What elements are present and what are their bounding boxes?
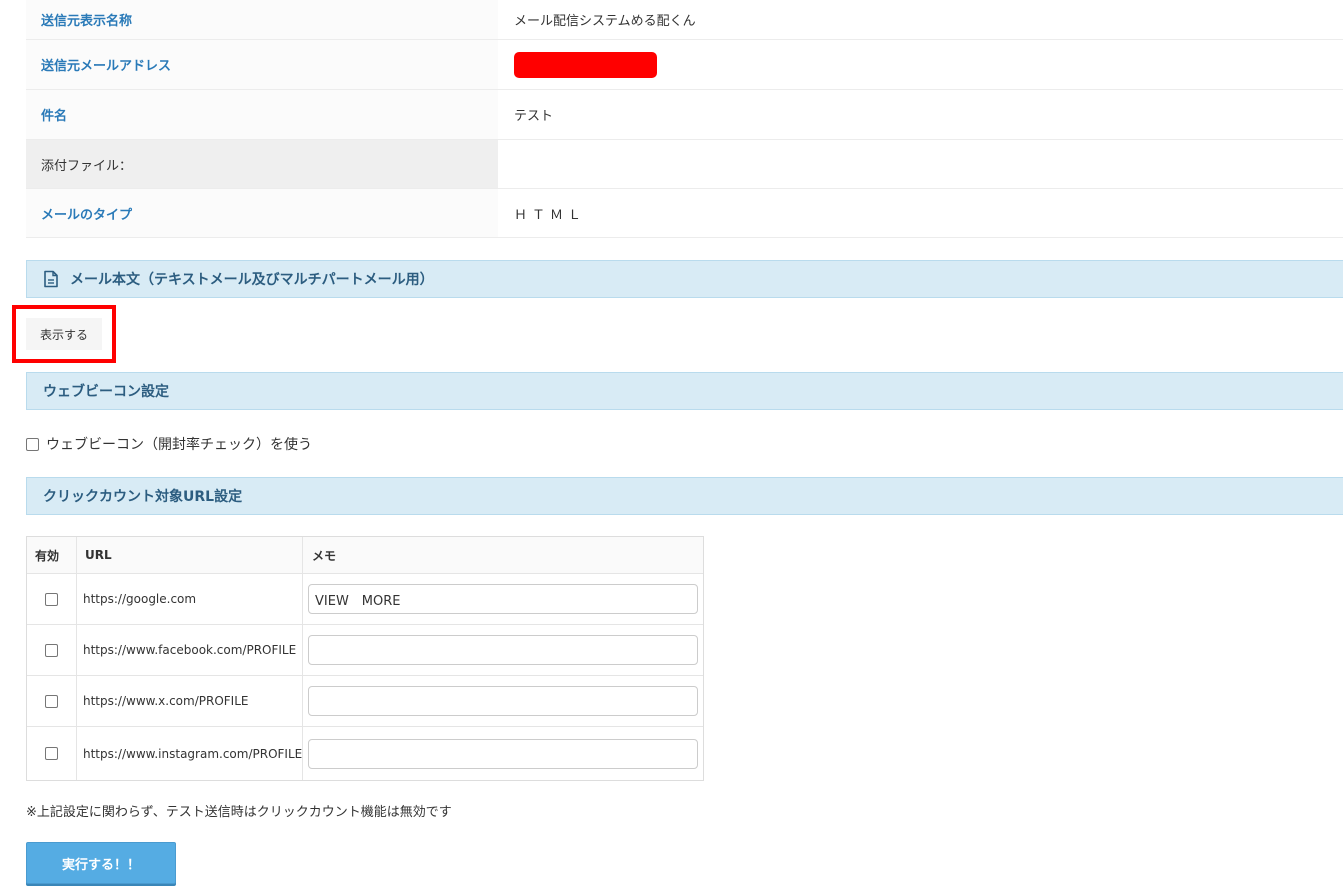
column-header-url: URL bbox=[77, 537, 303, 573]
sender-name-label: 送信元表示名称 bbox=[26, 0, 498, 39]
url-text: https://www.x.com/PROFILE bbox=[77, 676, 303, 726]
subject-label: 件名 bbox=[26, 90, 498, 139]
memo-input[interactable] bbox=[308, 635, 698, 665]
web-beacon-checkbox[interactable] bbox=[26, 437, 39, 451]
web-beacon-label: ウェブビーコン（開封率チェック）を使う bbox=[46, 437, 312, 453]
info-row-sender-name: 送信元表示名称 メール配信システムめる配くん bbox=[26, 0, 1343, 40]
click-url-table: 有効 URL メモ https://google.com https://www… bbox=[26, 536, 704, 781]
test-send-note: ※上記設定に関わらず、テスト送信時はクリックカウント機能は無効です bbox=[26, 805, 452, 820]
memo-input[interactable] bbox=[308, 686, 698, 716]
table-row: https://google.com bbox=[27, 574, 703, 625]
sender-name-value: メール配信システムめる配くん bbox=[514, 14, 696, 29]
mail-type-label: メールのタイプ bbox=[26, 189, 498, 237]
table-row: https://www.x.com/PROFILE bbox=[27, 676, 703, 727]
info-row-sender-email: 送信元メールアドレス bbox=[26, 40, 1343, 90]
web-beacon-section-title: ウェブビーコン設定 bbox=[43, 384, 169, 400]
memo-input[interactable] bbox=[308, 738, 698, 769]
column-header-memo: メモ bbox=[312, 548, 337, 563]
url-enabled-checkbox[interactable] bbox=[45, 747, 58, 760]
info-row-subject: 件名 テスト bbox=[26, 90, 1343, 140]
redacted-email bbox=[514, 51, 657, 78]
url-text: https://www.instagram.com/PROFILE bbox=[77, 727, 303, 780]
memo-input[interactable] bbox=[308, 584, 698, 614]
attachment-label: 添付ファイル： bbox=[26, 140, 498, 188]
web-beacon-option[interactable]: ウェブビーコン（開封率チェック）を使う bbox=[26, 434, 312, 454]
url-table-header: 有効 URL メモ bbox=[27, 537, 703, 574]
sender-email-label: 送信元メールアドレス bbox=[26, 40, 498, 89]
show-body-button[interactable]: 表示する bbox=[26, 318, 102, 350]
click-count-section-header: クリックカウント対象URL設定 bbox=[26, 477, 1343, 515]
table-row: https://www.instagram.com/PROFILE bbox=[27, 727, 703, 780]
mail-body-section-header: メール本文（テキストメール及びマルチパートメール用） bbox=[26, 260, 1343, 298]
click-count-section-title: クリックカウント対象URL設定 bbox=[43, 489, 243, 505]
page: 送信元表示名称 メール配信システムめる配くん 送信元メールアドレス 件名 テスト… bbox=[0, 0, 1343, 893]
url-text: https://www.facebook.com/PROFILE bbox=[77, 625, 303, 675]
mail-body-section-title: メール本文（テキストメール及びマルチパートメール用） bbox=[70, 272, 434, 288]
table-row: https://www.facebook.com/PROFILE bbox=[27, 625, 703, 676]
web-beacon-section-header: ウェブビーコン設定 bbox=[26, 372, 1343, 410]
sender-email-value bbox=[498, 40, 1343, 89]
url-enabled-checkbox[interactable] bbox=[45, 694, 58, 708]
url-enabled-checkbox[interactable] bbox=[45, 592, 58, 606]
mail-info-table: 送信元表示名称 メール配信システムめる配くん 送信元メールアドレス 件名 テスト… bbox=[26, 0, 1343, 238]
mail-type-value: ＨＴＭＬ bbox=[514, 207, 587, 223]
column-header-enabled: 有効 bbox=[27, 537, 77, 573]
info-row-attachment: 添付ファイル： bbox=[26, 140, 1343, 189]
url-text: https://google.com bbox=[77, 574, 303, 624]
attachment-value bbox=[498, 140, 1343, 188]
document-icon bbox=[43, 270, 59, 288]
info-row-mail-type: メールのタイプ ＨＴＭＬ bbox=[26, 189, 1343, 238]
execute-button[interactable]: 実行する！！ bbox=[26, 842, 176, 884]
subject-value: テスト bbox=[514, 109, 554, 124]
url-enabled-checkbox[interactable] bbox=[45, 643, 58, 657]
